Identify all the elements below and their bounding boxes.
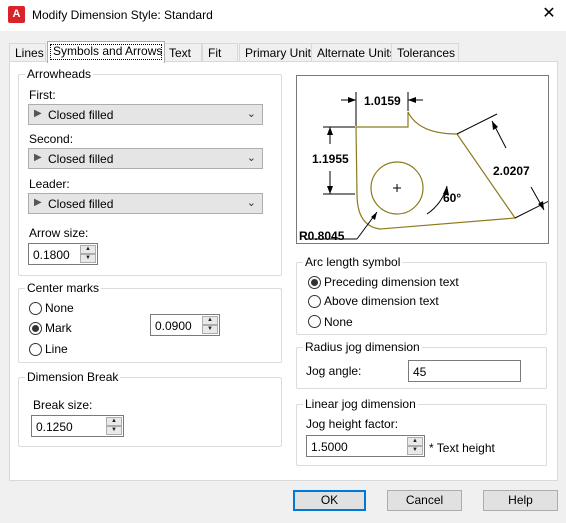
dim-angle-text: 60° bbox=[443, 191, 461, 205]
spin-down-icon[interactable]: ▼ bbox=[80, 254, 96, 263]
jog-height-label: Jog height factor: bbox=[306, 417, 399, 431]
title-bar: A Modify Dimension Style: Standard ✕ bbox=[0, 0, 566, 31]
jog-height-suffix: * Text height bbox=[429, 441, 495, 455]
linear-jog-legend: Linear jog dimension bbox=[303, 397, 418, 411]
center-line-radio[interactable] bbox=[29, 343, 42, 356]
window-title: Modify Dimension Style: Standard bbox=[32, 8, 213, 22]
leader-arrowhead-select[interactable]: ▶ Closed filled ⌄ bbox=[28, 193, 263, 214]
tab-primary-units[interactable]: Primary Units bbox=[239, 43, 320, 62]
spin-up-icon[interactable]: ▲ bbox=[106, 417, 122, 426]
spin-up-icon[interactable]: ▲ bbox=[202, 316, 218, 325]
dim-top-text: 1.0159 bbox=[364, 94, 401, 108]
spin-down-icon[interactable]: ▼ bbox=[407, 446, 423, 455]
tab-text[interactable]: Text bbox=[163, 43, 202, 62]
help-button[interactable]: Help bbox=[483, 490, 558, 511]
center-marks-legend: Center marks bbox=[25, 281, 102, 295]
chevron-down-icon: ⌄ bbox=[246, 197, 256, 209]
dim-left-text: 1.1955 bbox=[312, 152, 349, 166]
chevron-down-icon: ⌄ bbox=[246, 108, 256, 120]
arc-preceding-radio[interactable] bbox=[308, 276, 321, 289]
center-none-radio[interactable] bbox=[29, 302, 42, 315]
first-arrowhead-select[interactable]: ▶ Closed filled ⌄ bbox=[28, 104, 263, 125]
arc-none-label: None bbox=[324, 315, 353, 329]
preview-drawing: 1.0159 1.1955 2.0207 60° R0.8045 bbox=[299, 92, 548, 243]
radius-jog-legend: Radius jog dimension bbox=[303, 340, 422, 354]
spin-down-icon[interactable]: ▼ bbox=[202, 325, 218, 334]
closed-filled-arrow-icon: ▶ bbox=[34, 152, 42, 163]
autocad-icon: A bbox=[8, 6, 25, 23]
break-size-spinner[interactable]: 0.1250 ▲ ▼ bbox=[31, 415, 124, 437]
jog-angle-label: Jog angle: bbox=[306, 364, 362, 378]
tab-alternate-units[interactable]: Alternate Units bbox=[311, 43, 396, 62]
first-label: First: bbox=[29, 88, 56, 102]
arc-preceding-label: Preceding dimension text bbox=[324, 275, 459, 289]
center-line-label: Line bbox=[45, 342, 68, 356]
closed-filled-arrow-icon: ▶ bbox=[34, 108, 42, 119]
spin-up-icon[interactable]: ▲ bbox=[407, 437, 423, 446]
jog-angle-field[interactable]: 45 bbox=[408, 360, 521, 382]
spin-down-icon[interactable]: ▼ bbox=[106, 426, 122, 435]
second-arrowhead-select[interactable]: ▶ Closed filled ⌄ bbox=[28, 148, 263, 169]
center-none-label: None bbox=[45, 301, 74, 315]
closed-filled-arrow-icon: ▶ bbox=[34, 197, 42, 208]
cancel-button[interactable]: Cancel bbox=[387, 490, 462, 511]
jog-height-spinner[interactable]: 1.5000 ▲ ▼ bbox=[306, 435, 425, 457]
part-outline bbox=[355, 111, 517, 230]
dim-radius-text: R0.8045 bbox=[299, 229, 345, 243]
break-size-label: Break size: bbox=[33, 398, 93, 412]
spin-up-icon[interactable]: ▲ bbox=[80, 245, 96, 254]
ok-button[interactable]: OK bbox=[293, 490, 366, 511]
tab-tolerances[interactable]: Tolerances bbox=[391, 43, 459, 62]
arc-length-legend: Arc length symbol bbox=[303, 255, 403, 269]
arc-none-radio[interactable] bbox=[308, 315, 321, 328]
leader-label: Leader: bbox=[29, 177, 70, 191]
arrow-size-spinner[interactable]: 0.1800 ▲ ▼ bbox=[28, 243, 98, 265]
arc-above-radio[interactable] bbox=[308, 295, 321, 308]
center-mark-label: Mark bbox=[45, 321, 72, 335]
dimension-break-legend: Dimension Break bbox=[25, 370, 121, 384]
tab-fit[interactable]: Fit bbox=[202, 43, 238, 62]
dim-right-text: 2.0207 bbox=[493, 164, 530, 178]
arrowheads-legend: Arrowheads bbox=[25, 67, 94, 81]
chevron-down-icon: ⌄ bbox=[246, 152, 256, 164]
tab-symbols-and-arrows[interactable]: Symbols and Arrows bbox=[47, 41, 165, 63]
dimension-preview: 1.0159 1.1955 2.0207 60° R0.8045 bbox=[296, 75, 549, 244]
tab-lines[interactable]: Lines bbox=[9, 43, 46, 62]
arrow-size-label: Arrow size: bbox=[29, 226, 89, 240]
center-mark-size-spinner[interactable]: 0.0900 ▲ ▼ bbox=[150, 314, 220, 336]
center-mark-radio[interactable] bbox=[29, 322, 42, 335]
close-icon[interactable]: ✕ bbox=[540, 5, 558, 23]
arc-above-label: Above dimension text bbox=[324, 294, 439, 308]
second-label: Second: bbox=[29, 132, 74, 146]
